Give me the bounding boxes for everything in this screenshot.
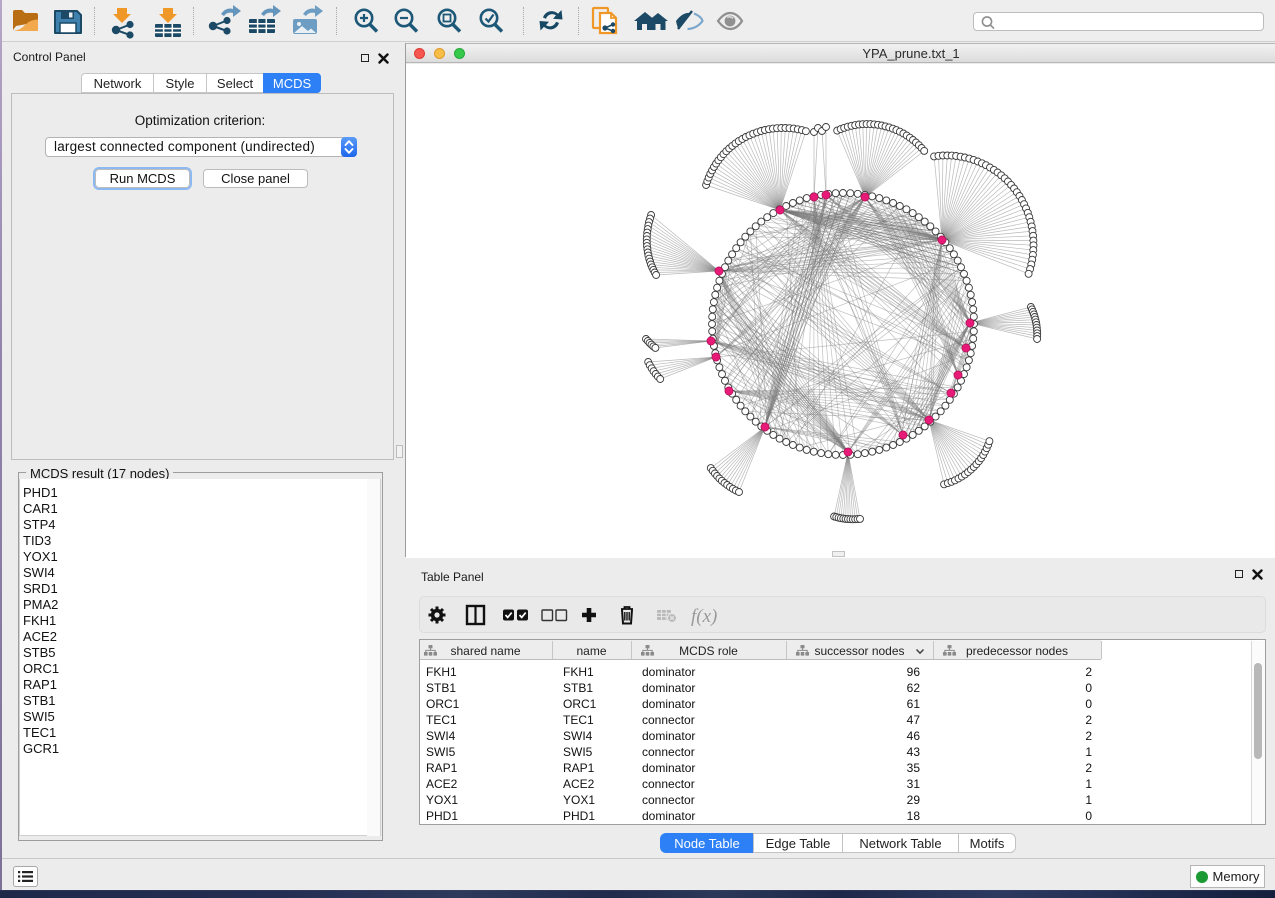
svg-text:f(x): f(x)	[691, 606, 717, 627]
